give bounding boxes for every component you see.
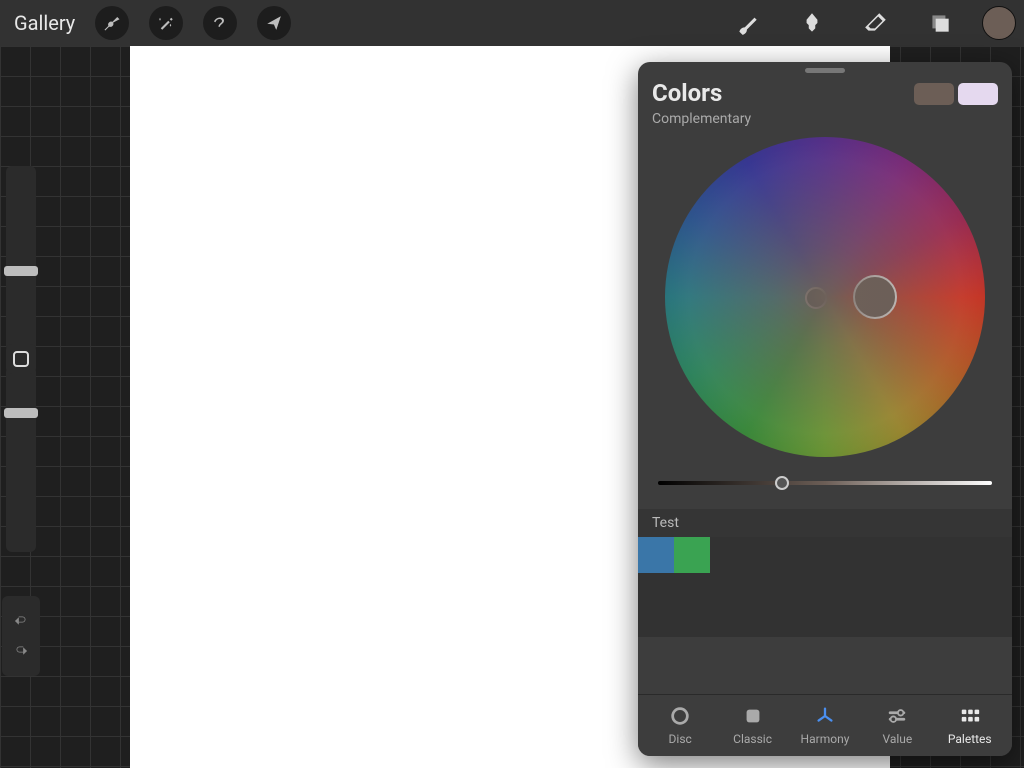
- tab-classic[interactable]: Classic: [723, 705, 783, 746]
- undo-icon[interactable]: [6, 608, 36, 634]
- smudge-icon[interactable]: [794, 5, 830, 41]
- redo-icon[interactable]: [6, 638, 36, 664]
- brush-size-slider[interactable]: [6, 166, 36, 352]
- palette-color-1[interactable]: [638, 537, 674, 573]
- secondary-swatch[interactable]: [958, 83, 998, 105]
- brightness-slider[interactable]: [658, 481, 992, 487]
- undo-redo-group: [2, 596, 40, 676]
- panel-title: Colors: [652, 79, 751, 107]
- opacity-slider[interactable]: [6, 366, 36, 552]
- palettes-icon: [959, 705, 981, 727]
- tab-value[interactable]: Value: [867, 705, 927, 746]
- opacity-thumb[interactable]: [4, 408, 38, 418]
- tab-harmony-label: Harmony: [801, 732, 850, 746]
- panel-subtitle: Complementary: [652, 111, 751, 127]
- top-toolbar: Gallery: [0, 0, 1024, 46]
- disc-icon: [669, 705, 691, 727]
- panel-drag-handle[interactable]: [805, 68, 845, 73]
- brush-size-thumb[interactable]: [4, 266, 38, 276]
- tab-palettes-label: Palettes: [948, 732, 992, 746]
- left-sidebar: [2, 166, 40, 552]
- select-icon[interactable]: [203, 6, 237, 40]
- layers-icon[interactable]: [922, 5, 958, 41]
- brightness-thumb[interactable]: [775, 476, 789, 490]
- tab-classic-label: Classic: [733, 732, 772, 746]
- harmony-color-wheel[interactable]: [665, 137, 985, 457]
- wrench-icon[interactable]: [95, 6, 129, 40]
- tab-disc[interactable]: Disc: [650, 705, 710, 746]
- complementary-picker[interactable]: [805, 287, 827, 309]
- value-icon: [886, 705, 908, 727]
- palette-name-label[interactable]: Test: [638, 509, 1012, 537]
- panel-tabs: Disc Classic Harmony Value Palettes: [638, 694, 1012, 756]
- eraser-icon[interactable]: [858, 5, 894, 41]
- colors-panel: Colors Complementary Test Disc: [638, 62, 1012, 756]
- harmony-icon: [814, 705, 836, 727]
- tab-palettes[interactable]: Palettes: [940, 705, 1000, 746]
- gallery-button[interactable]: Gallery: [14, 11, 75, 35]
- share-icon[interactable]: [257, 6, 291, 40]
- wand-icon[interactable]: [149, 6, 183, 40]
- brush-icon[interactable]: [730, 5, 766, 41]
- current-color-chip[interactable]: [982, 6, 1016, 40]
- palette-row[interactable]: [638, 537, 1012, 637]
- classic-icon: [742, 705, 764, 727]
- tab-harmony[interactable]: Harmony: [795, 705, 855, 746]
- tab-value-label: Value: [882, 732, 912, 746]
- palette-color-2[interactable]: [674, 537, 710, 573]
- tab-disc-label: Disc: [669, 732, 692, 746]
- primary-swatch[interactable]: [914, 83, 954, 105]
- primary-picker[interactable]: [853, 275, 897, 319]
- modify-button[interactable]: [6, 344, 36, 374]
- palette-section: Test: [638, 509, 1012, 637]
